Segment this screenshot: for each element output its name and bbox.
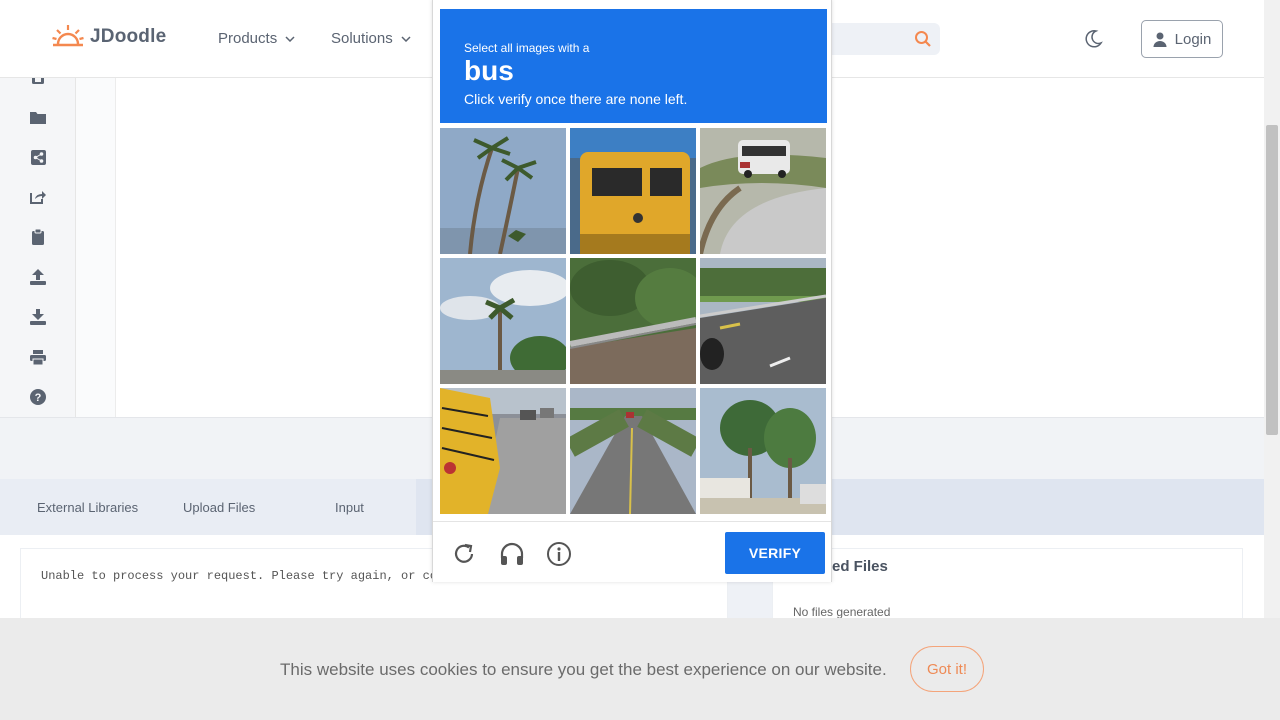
tab-external-libraries[interactable]: External Libraries [37,500,138,515]
captcha-tile-palm-trees[interactable] [440,128,566,254]
captcha-instruction-pre: Select all images with a [464,41,590,55]
captcha-tile-palm-tree-cloudy[interactable] [440,258,566,384]
cookie-accept-button[interactable]: Got it! [910,646,984,692]
login-button[interactable]: Login [1141,20,1223,58]
output-text: Unable to process your request. Please t… [41,569,474,583]
scroll-thumb[interactable] [1266,125,1278,435]
tab-upload-files[interactable]: Upload Files [183,500,255,515]
verify-button[interactable]: VERIFY [725,532,825,574]
cookie-text: This website uses cookies to ensure you … [280,660,887,679]
logo-sun-icon [52,25,84,47]
captcha-header: Select all images with a bus Click verif… [440,9,827,123]
upload-icon[interactable] [29,268,47,286]
jdoodle-logo[interactable]: JDoodle [52,24,166,50]
generated-files-empty: No files generated [793,605,891,619]
page-scrollbar[interactable] [1264,0,1280,720]
cookie-banner: This website uses cookies to ensure you … [0,618,1280,720]
tab-input[interactable]: Input [335,500,364,515]
dark-mode-moon-icon[interactable] [1083,29,1103,49]
captcha-footer: VERIFY [433,521,831,582]
chevron-down-icon [401,35,411,42]
audio-headphones-icon[interactable] [499,541,525,567]
nav-products-label: Products [218,30,278,47]
captcha-challenge: Select all images with a bus Click verif… [432,0,832,582]
tabs-group: External Libraries Upload Files Input [0,479,416,535]
folder-icon[interactable] [29,108,47,126]
login-label: Login [1174,30,1212,48]
print-icon[interactable] [29,348,47,366]
captcha-tile-school-bus[interactable] [440,388,566,514]
captcha-tile-bus-on-road[interactable] [700,128,826,254]
external-share-icon[interactable] [29,188,47,206]
generated-files-title: ed Files [832,558,888,575]
captcha-target-word: bus [464,55,514,86]
nav-solutions-label: Solutions [331,30,393,47]
generated-files-panel: ed Files No files generated [772,548,1243,628]
captcha-instruction-post: Click verify once there are none left. [464,91,688,107]
captcha-tile-yellow-van[interactable] [570,128,696,254]
share-icon[interactable] [29,148,47,166]
captcha-tile-guardrail-bushes[interactable] [570,258,696,384]
chevron-down-icon [285,35,295,42]
logo-text: JDoodle [90,26,167,47]
captcha-tile-road-guardrail[interactable] [700,258,826,384]
svg-text:?: ? [35,392,42,404]
captcha-tile-trees-houses[interactable] [700,388,826,514]
clipboard-icon[interactable] [29,228,47,246]
nav-solutions[interactable]: Solutions [331,30,411,47]
editor-sidebar: ? [0,72,76,418]
search-icon[interactable] [914,30,932,48]
download-icon[interactable] [29,308,47,326]
info-icon[interactable] [546,541,572,567]
help-icon[interactable]: ? [29,388,47,406]
user-icon [1153,32,1167,47]
nav-products[interactable]: Products [218,30,295,47]
reload-icon[interactable] [451,541,477,567]
captcha-tile-road-straight[interactable] [570,388,696,514]
editor-gutter [76,78,116,418]
